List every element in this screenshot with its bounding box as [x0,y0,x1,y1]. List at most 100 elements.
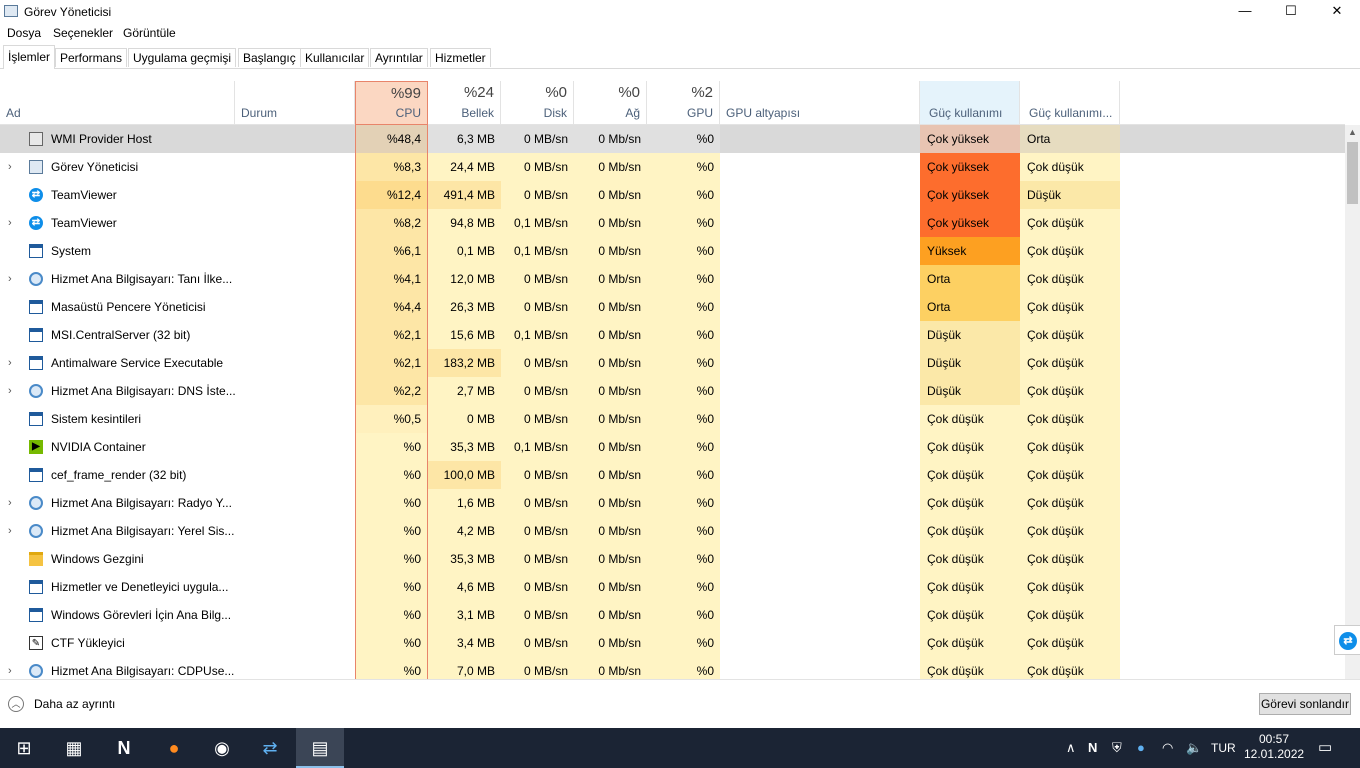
column-header-gpu-engine[interactable]: GPU altyapısı [720,81,920,125]
tab-app-history[interactable]: Uygulama geçmişi [128,48,237,67]
process-name: WMI Provider Host [51,132,152,146]
disk-cell: 0 MB/sn [501,153,574,181]
tab-startup[interactable]: Başlangıç [238,48,301,67]
gpu-cell: %0 [647,237,720,265]
teamviewer-icon[interactable]: ⇄ [246,728,294,768]
table-row[interactable]: › Görev Yöneticisi %8,3 24,4 MB 0 MB/sn 0 Mb/… [0,153,1345,181]
disk-cell: 0 MB/sn [501,517,574,545]
disk-cell: 0 MB/sn [501,461,574,489]
column-label-name: Ad [6,106,21,120]
power-trend-cell: Düşük [1020,181,1120,209]
table-row[interactable]: ▶ NVIDIA Container %0 35,3 MB 0,1 MB/sn 0 Mb/… [0,433,1345,461]
tab-users[interactable]: Kullanıcılar [300,48,370,67]
teamviewer-side-tab[interactable]: ⇄ [1334,625,1360,655]
gpu-cell: %0 [647,377,720,405]
clock-date: 12.01.2022 [1244,747,1305,761]
cpu-total: %99 [390,85,421,102]
gpu-engine-cell [720,293,920,321]
task-manager-icon[interactable]: ▤ [296,728,344,768]
column-label-power: Güç kullanımı [929,106,1003,120]
column-header-status[interactable]: Durum [235,81,355,125]
power-trend-cell: Orta [1020,125,1120,153]
table-row[interactable]: WMI Provider Host %48,4 6,3 MB 0 MB/sn 0 Mb/… [0,125,1345,153]
menu-view[interactable]: Görüntüle [123,26,176,40]
network-cell: 0 Mb/sn [574,377,647,405]
tab-services[interactable]: Hizmetler [430,48,491,67]
status-cell [235,153,355,181]
tab-processes[interactable]: İşlemler [3,45,56,69]
scroll-thumb[interactable] [1347,142,1358,204]
end-task-button[interactable]: Görevi sonlandır [1259,693,1351,715]
table-row[interactable]: Sistem kesintileri %0,5 0 MB 0 MB/sn 0 Mb/sn… [0,405,1345,433]
notification-icon[interactable]: ▭ [1318,728,1332,768]
column-label-power-trend: Güç kullanımı... [1029,106,1113,120]
calculator-icon[interactable]: ▦ [50,728,98,768]
wifi-icon[interactable]: ◠ [1162,728,1173,768]
table-row[interactable]: cef_frame_render (32 bit) %0 100,0 MB 0 MB/… [0,461,1345,489]
table-row[interactable]: › Hizmet Ana Bilgisayarı: DNS İste... %2,2… [0,377,1345,405]
obs-icon[interactable]: ◉ [198,728,246,768]
table-row[interactable]: Masaüstü Pencere Yöneticisi %4,4 26,3 MB 0 … [0,293,1345,321]
power-trend-cell: Çok düşük [1020,237,1120,265]
gpu-cell: %0 [647,265,720,293]
scroll-up-arrow-icon[interactable]: ▲ [1348,127,1357,137]
maximize-button[interactable]: ☐ [1268,0,1314,24]
column-header-filler [1120,81,1345,125]
network-cell: 0 Mb/sn [574,433,647,461]
table-row[interactable]: › Hizmet Ana Bilgisayarı: Tanı İlke... %4,… [0,265,1345,293]
gpu-engine-cell [720,545,920,573]
process-name: Windows Gezgini [51,552,144,566]
column-header-network[interactable]: %0 Ağ [574,81,647,125]
table-row[interactable]: › Antimalware Service Executable %2,1 183,2… [0,349,1345,377]
column-label-gpu-engine: GPU altyapısı [726,106,801,120]
column-header-memory[interactable]: %24 Bellek [428,81,501,125]
network-cell: 0 Mb/sn [574,209,647,237]
table-row[interactable]: Hizmetler ve Denetleyici uygula... %0 4,6 … [0,573,1345,601]
column-header-power[interactable]: Güç kullanımı [920,81,1020,125]
notion-icon[interactable]: N [100,728,148,768]
minimize-button[interactable]: — [1222,0,1268,24]
table-row[interactable]: Windows Görevleri İçin Ana Bilg... %0 3,1 … [0,601,1345,629]
chevron-up-icon[interactable]: ︿ [8,696,24,712]
language-indicator[interactable]: TUR [1211,728,1236,768]
column-header-disk[interactable]: %0 Disk [501,81,574,125]
tab-details[interactable]: Ayrıntılar [370,48,428,67]
power-usage-cell: Çok düşük [920,461,1020,489]
notion-tray-icon[interactable]: N [1088,728,1097,768]
menu-file[interactable]: Dosya [7,26,41,40]
disk-cell: 0 MB/sn [501,489,574,517]
menu-options[interactable]: Seçenekler [53,26,113,40]
column-header-power-trend[interactable]: Güç kullanımı... [1020,81,1120,125]
table-row[interactable]: › Hizmet Ana Bilgisayarı: Yerel Sis... %0 4… [0,517,1345,545]
status-cell [235,573,355,601]
status-cell [235,209,355,237]
status-cell [235,489,355,517]
table-row[interactable]: ✎ CTF Yükleyici %0 3,4 MB 0 MB/sn 0 Mb/sn %0 Ço… [0,629,1345,657]
shield-icon[interactable]: ⛨ [1112,728,1122,768]
status-cell [235,461,355,489]
column-header-gpu[interactable]: %2 GPU [647,81,720,125]
table-row[interactable]: › Hizmet Ana Bilgisayarı: Radyo Y... %0 1,6… [0,489,1345,517]
firefox-icon[interactable]: ● [150,728,198,768]
volume-icon[interactable]: 🔈 [1186,728,1202,768]
app-tray-icon[interactable]: ● [1137,728,1145,768]
table-row[interactable]: System %6,1 0,1 MB 0,1 MB/sn 0 Mb/sn %0 Yüksek… [0,237,1345,265]
chevron-up-icon[interactable]: ∧ [1066,728,1076,768]
table-row[interactable]: › ⇄ TeamViewer %8,2 94,8 MB 0,1 MB/sn 0 Mb/sn%… [0,209,1345,237]
column-header-cpu[interactable]: %99 CPU [355,81,428,125]
table-row[interactable]: Windows Gezgini %0 35,3 MB 0 MB/sn 0 Mb/sn %0… [0,545,1345,573]
table-row[interactable]: › Hizmet Ana Bilgisayarı: CDPUse... %0 7,0 … [0,657,1345,679]
clock[interactable]: 00:57 12.01.2022 [1244,732,1304,762]
gpu-total: %2 [691,84,713,101]
column-header-name[interactable]: Ad [0,81,235,125]
network-cell: 0 Mb/sn [574,517,647,545]
vertical-scrollbar[interactable]: ▲ [1345,125,1360,679]
tab-performance[interactable]: Performans [55,48,128,67]
fewer-details-link[interactable]: Daha az ayrıntı [34,697,115,711]
close-button[interactable]: ✕ [1314,0,1360,24]
process-name: Hizmet Ana Bilgisayarı: Tanı İlke... [51,272,233,286]
table-row[interactable]: MSI.CentralServer (32 bit) %2,1 15,6 MB 0,1… [0,321,1345,349]
table-row[interactable]: ⇄ TeamViewer %12,4 491,4 MB 0 MB/sn 0 Mb/sn %0… [0,181,1345,209]
windows-start-icon[interactable]: ⊞ [0,728,48,768]
cpu-cell: %48,4 [355,125,428,153]
